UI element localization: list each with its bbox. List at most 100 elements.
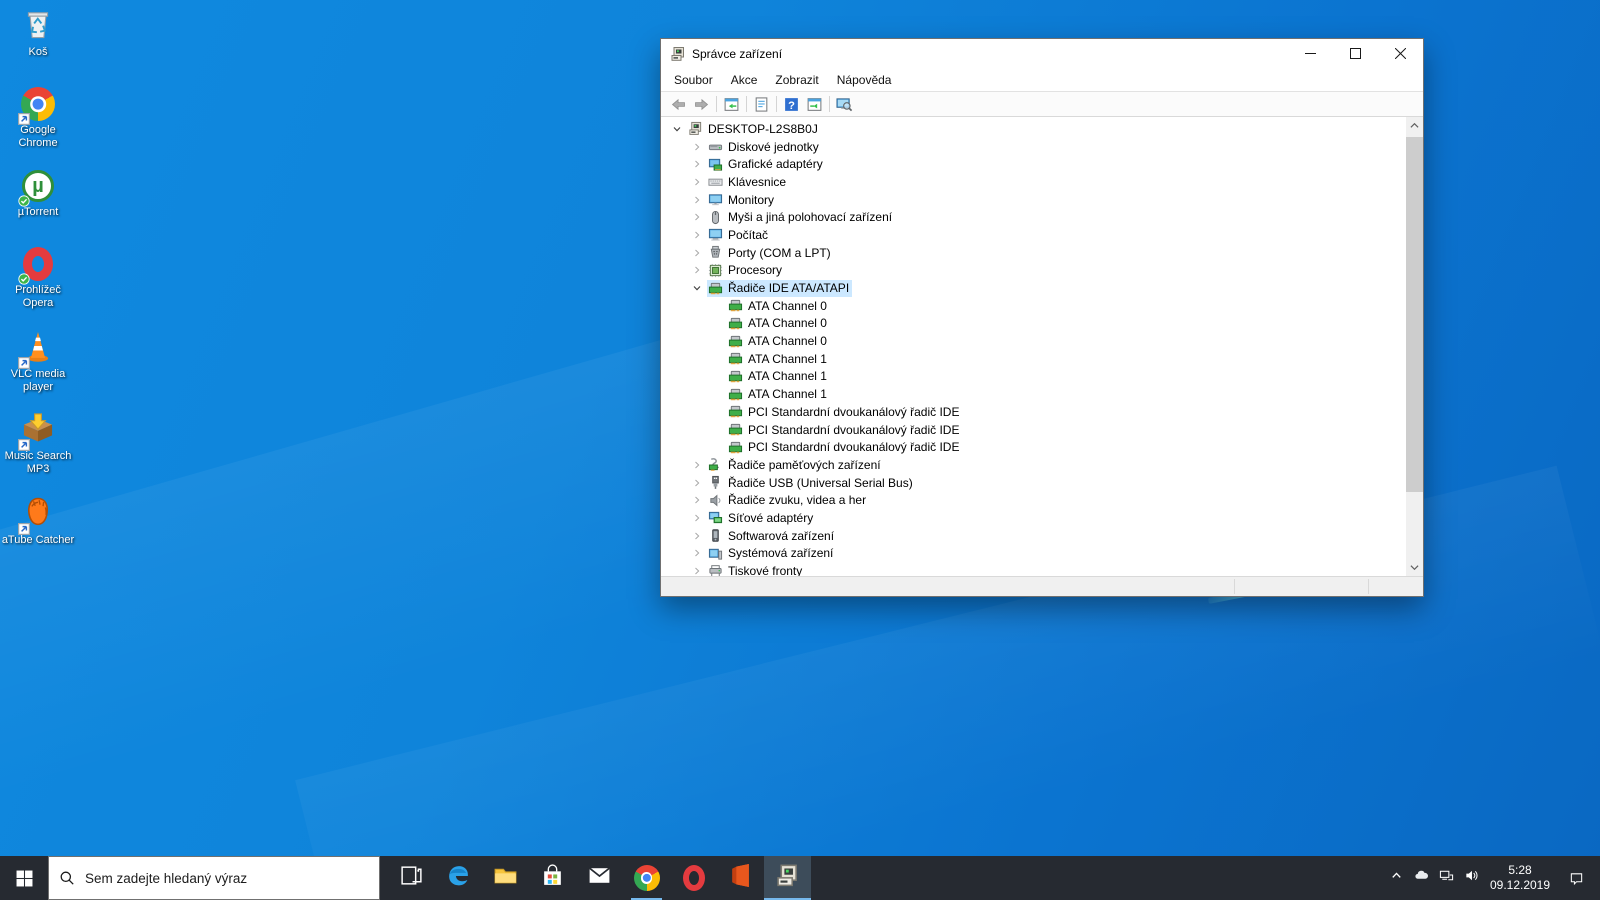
scroll-up-arrow[interactable] bbox=[1406, 117, 1423, 134]
tree-item-ata-channel-0[interactable]: ATA Channel 0 bbox=[661, 297, 1406, 315]
tree-item-ata-channel-0[interactable]: ATA Channel 0 bbox=[661, 315, 1406, 333]
titlebar[interactable]: Správce zařízení bbox=[661, 39, 1423, 68]
chevron-right-icon[interactable] bbox=[689, 262, 705, 278]
network-tray-button[interactable] bbox=[1434, 856, 1459, 900]
taskbar-clock[interactable]: 5:28 09.12.2019 bbox=[1484, 856, 1556, 900]
tree-item-inner[interactable]: Diskové jednotky bbox=[707, 138, 822, 155]
taskbar-file-explorer-button[interactable] bbox=[482, 856, 529, 900]
tree-item-inner[interactable]: ATA Channel 0 bbox=[727, 315, 830, 332]
chevron-right-icon[interactable] bbox=[689, 492, 705, 508]
volume-button[interactable] bbox=[1459, 856, 1484, 900]
chevron-right-icon[interactable] bbox=[689, 563, 705, 576]
desktop-icon-utorrent[interactable]: µµTorrent bbox=[0, 168, 76, 219]
chevron-right-icon[interactable] bbox=[689, 510, 705, 526]
tree-item-inner[interactable]: Síťové adaptéry bbox=[707, 509, 816, 526]
tree-item-inner[interactable]: Počítač bbox=[707, 226, 771, 243]
tree-item-grafick-adapt-ry[interactable]: Grafické adaptéry bbox=[661, 155, 1406, 173]
tree-item-adi-e-usb-universal-serial-bus[interactable]: Řadiče USB (Universal Serial Bus) bbox=[661, 474, 1406, 492]
toolbar-scan-hardware-icon[interactable] bbox=[833, 93, 856, 115]
desktop-icon-recycle-bin[interactable]: Koš bbox=[0, 8, 76, 59]
selected-tree-item[interactable]: Řadiče IDE ATA/ATAPI bbox=[707, 280, 852, 297]
taskbar-search[interactable] bbox=[48, 856, 380, 900]
tree-item-ata-channel-0[interactable]: ATA Channel 0 bbox=[661, 332, 1406, 350]
tree-item-ata-channel-1[interactable]: ATA Channel 1 bbox=[661, 368, 1406, 386]
tree-item-adi-e-pam-ov-ch-za-zen[interactable]: Řadiče paměťových zařízení bbox=[661, 456, 1406, 474]
minimize-button[interactable] bbox=[1288, 39, 1333, 68]
chevron-right-icon[interactable] bbox=[689, 475, 705, 491]
chevron-up-button[interactable] bbox=[1384, 856, 1409, 900]
taskbar-edge-button[interactable] bbox=[435, 856, 482, 900]
tree-item-inner[interactable]: Monitory bbox=[707, 191, 777, 208]
taskbar-chrome-button[interactable] bbox=[623, 856, 670, 900]
desktop-icon-vlc-media-player[interactable]: VLC media player bbox=[0, 330, 76, 394]
desktop-icon-opera[interactable]: Prohlížeč Opera bbox=[0, 246, 76, 310]
tree-item-inner[interactable]: PCI Standardní dvoukanálový řadič IDE bbox=[727, 421, 962, 438]
taskbar-store-button[interactable] bbox=[529, 856, 576, 900]
tree-item-inner[interactable]: ATA Channel 1 bbox=[727, 386, 830, 403]
tree-item-porty-com-a-lpt[interactable]: Porty (COM a LPT) bbox=[661, 244, 1406, 262]
search-input[interactable] bbox=[85, 871, 369, 886]
desktop-icon-google-chrome[interactable]: Google Chrome bbox=[0, 86, 76, 150]
chevron-right-icon[interactable] bbox=[689, 156, 705, 172]
tree-item-inner[interactable]: Tiskové fronty bbox=[707, 563, 805, 576]
taskbar-mail-button[interactable] bbox=[576, 856, 623, 900]
tree-item-inner[interactable]: Řadiče zvuku, videa a her bbox=[707, 492, 869, 509]
menu-soubor[interactable]: Soubor bbox=[665, 70, 722, 90]
chevron-right-icon[interactable] bbox=[689, 174, 705, 190]
tree-item-inner[interactable]: Myši a jiná polohovací zařízení bbox=[707, 209, 895, 226]
taskbar-task-view-button[interactable] bbox=[388, 856, 435, 900]
chevron-right-icon[interactable] bbox=[689, 139, 705, 155]
tree-item-kl-vesnice[interactable]: Klávesnice bbox=[661, 173, 1406, 191]
tree-item-inner[interactable]: Systémová zařízení bbox=[707, 545, 836, 562]
toolbar-help-icon[interactable]: ? bbox=[780, 93, 803, 115]
chevron-right-icon[interactable] bbox=[689, 209, 705, 225]
maximize-button[interactable] bbox=[1333, 39, 1378, 68]
tree-item-desktop-l2s8b0j[interactable]: DESKTOP-L2S8B0J bbox=[661, 120, 1406, 138]
scroll-down-arrow[interactable] bbox=[1406, 559, 1423, 576]
scrollbar-thumb[interactable] bbox=[1406, 137, 1423, 492]
tree-item-softwarov-za-zen[interactable]: Softwarová zařízení bbox=[661, 527, 1406, 545]
menu-n-pov-da[interactable]: Nápověda bbox=[828, 70, 901, 90]
tree-item-ata-channel-1[interactable]: ATA Channel 1 bbox=[661, 385, 1406, 403]
tree-item-adi-e-ide-ata-atapi[interactable]: Řadiče IDE ATA/ATAPI bbox=[661, 279, 1406, 297]
vertical-scrollbar[interactable] bbox=[1406, 117, 1423, 576]
tree-item-inner[interactable]: ATA Channel 1 bbox=[727, 368, 830, 385]
menu-zobrazit[interactable]: Zobrazit bbox=[766, 70, 827, 90]
chevron-right-icon[interactable] bbox=[689, 457, 705, 473]
tree-item-procesory[interactable]: Procesory bbox=[661, 262, 1406, 280]
menu-akce[interactable]: Akce bbox=[722, 70, 767, 90]
tree-item-tiskov-fronty[interactable]: Tiskové fronty bbox=[661, 562, 1406, 576]
chevron-down-icon[interactable] bbox=[689, 280, 705, 296]
toolbar-console-tree-icon[interactable] bbox=[720, 93, 743, 115]
tree-item-adi-e-zvuku-videa-a-her[interactable]: Řadiče zvuku, videa a her bbox=[661, 491, 1406, 509]
tree-item-inner[interactable]: DESKTOP-L2S8B0J bbox=[687, 120, 821, 137]
tree-item-ata-channel-1[interactable]: ATA Channel 1 bbox=[661, 350, 1406, 368]
taskbar-opera-button[interactable] bbox=[670, 856, 717, 900]
tree-item-syst-mov-za-zen[interactable]: Systémová zařízení bbox=[661, 545, 1406, 563]
chevron-right-icon[interactable] bbox=[689, 528, 705, 544]
action-center-button[interactable] bbox=[1556, 856, 1596, 900]
chevron-right-icon[interactable] bbox=[689, 192, 705, 208]
chevron-right-icon[interactable] bbox=[689, 245, 705, 261]
chevron-right-icon[interactable] bbox=[689, 545, 705, 561]
toolbar-back-icon[interactable] bbox=[667, 93, 690, 115]
tree-item-inner[interactable]: PCI Standardní dvoukanálový řadič IDE bbox=[727, 403, 962, 420]
toolbar-forward-icon[interactable] bbox=[690, 93, 713, 115]
tree-item-monitory[interactable]: Monitory bbox=[661, 191, 1406, 209]
tree-item-inner[interactable]: Řadiče paměťových zařízení bbox=[707, 456, 884, 473]
tree-item-inner[interactable]: Grafické adaptéry bbox=[707, 156, 826, 173]
tree-item-inner[interactable]: ATA Channel 0 bbox=[727, 297, 830, 314]
tree-item-inner[interactable]: PCI Standardní dvoukanálový řadič IDE bbox=[727, 439, 962, 456]
tree-item-inner[interactable]: Procesory bbox=[707, 262, 785, 279]
tree-item-po-ta[interactable]: Počítač bbox=[661, 226, 1406, 244]
tree-item-pci-standardn-dvoukan-lov-adi-ide[interactable]: PCI Standardní dvoukanálový řadič IDE bbox=[661, 403, 1406, 421]
tree-item-s-ov-adapt-ry[interactable]: Síťové adaptéry bbox=[661, 509, 1406, 527]
taskbar-device-manager-button[interactable] bbox=[764, 856, 811, 900]
tree-item-pci-standardn-dvoukan-lov-adi-ide[interactable]: PCI Standardní dvoukanálový řadič IDE bbox=[661, 438, 1406, 456]
desktop-icon-music-search-mp3[interactable]: Music Search MP3 bbox=[0, 412, 76, 476]
tree-item-inner[interactable]: ATA Channel 1 bbox=[727, 350, 830, 367]
start-button[interactable] bbox=[0, 856, 48, 900]
tree-item-my-i-a-jin-polohovac-za-zen[interactable]: Myši a jiná polohovací zařízení bbox=[661, 208, 1406, 226]
tree-item-inner[interactable]: Softwarová zařízení bbox=[707, 527, 837, 544]
desktop-icon-atube-catcher[interactable]: aTube Catcher bbox=[0, 496, 76, 547]
